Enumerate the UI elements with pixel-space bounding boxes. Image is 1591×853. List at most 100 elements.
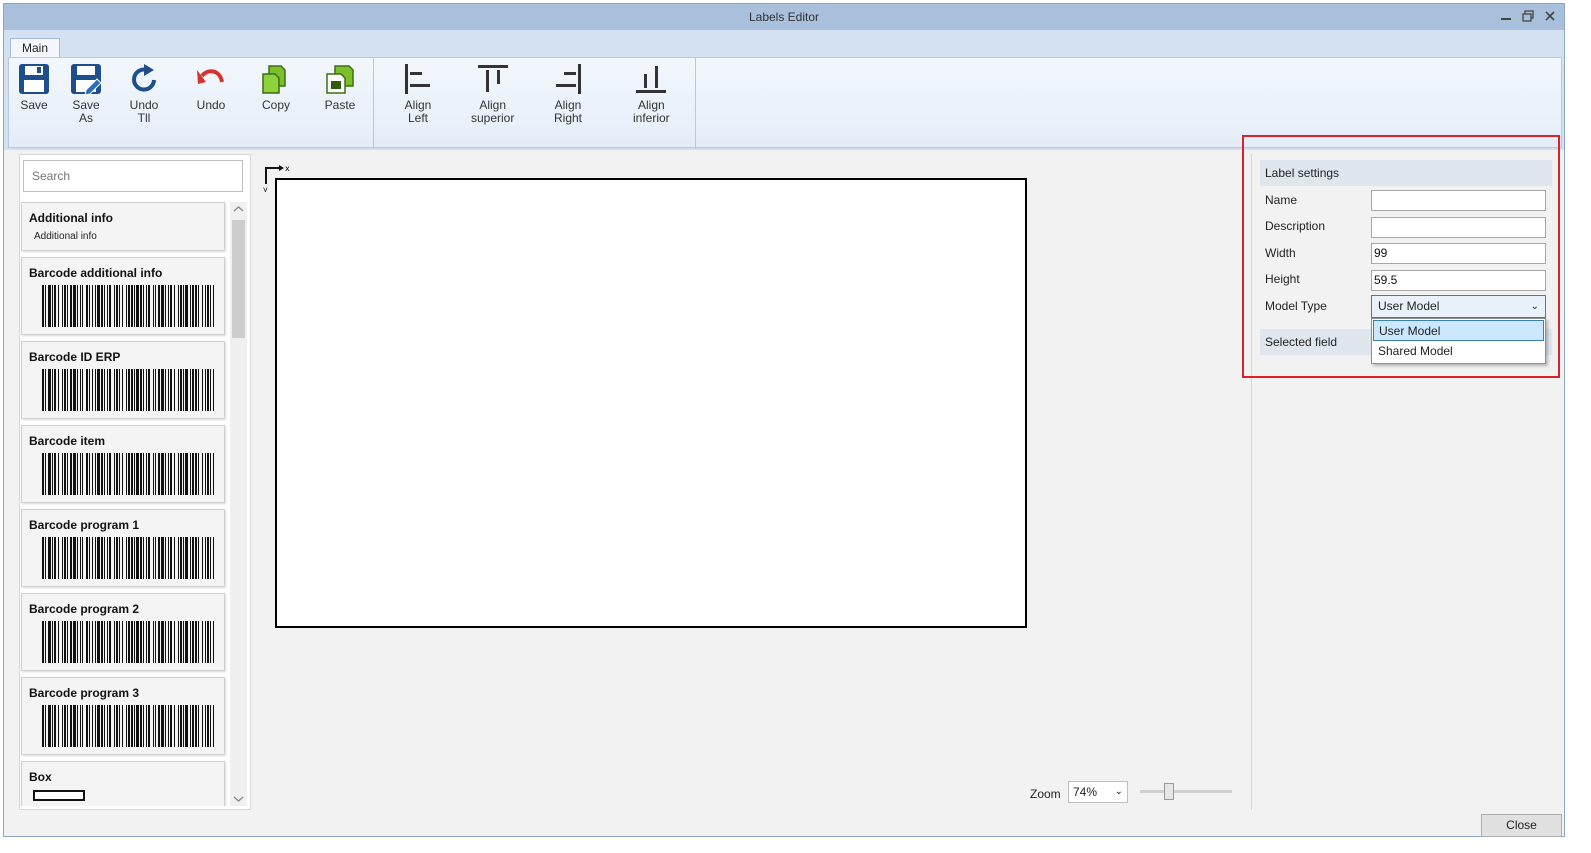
barcode-bar bbox=[195, 705, 197, 747]
barcode-bar bbox=[210, 621, 211, 663]
search-input[interactable] bbox=[23, 160, 243, 192]
scroll-up-icon[interactable] bbox=[230, 202, 247, 216]
barcode-bar bbox=[86, 705, 88, 747]
barcode-bar bbox=[64, 705, 66, 747]
barcode-bar bbox=[207, 369, 209, 411]
barcode-bar bbox=[143, 369, 144, 411]
align-top-button[interactable]: Align superior bbox=[471, 62, 514, 125]
barcode-bar bbox=[205, 285, 206, 327]
barcode-icon bbox=[42, 369, 214, 411]
barcode-bar bbox=[45, 705, 46, 747]
restore-icon[interactable] bbox=[1520, 8, 1536, 24]
barcode-bar bbox=[178, 285, 179, 327]
list-item[interactable]: Barcode program 2 bbox=[21, 593, 225, 671]
barcode-bar bbox=[183, 453, 184, 495]
paste-button[interactable]: Paste bbox=[323, 62, 357, 112]
barcode-bar bbox=[213, 369, 214, 411]
barcode-bar bbox=[136, 369, 139, 411]
align-right-button[interactable]: Align Right bbox=[551, 62, 585, 125]
barcode-bar bbox=[178, 705, 179, 747]
barcode-bar bbox=[143, 285, 144, 327]
align-left-icon bbox=[405, 64, 430, 94]
box-icon bbox=[33, 790, 85, 801]
zoom-slider-track[interactable] bbox=[1140, 790, 1232, 793]
label-canvas-area[interactable]: x y bbox=[259, 154, 1239, 777]
barcode-bar bbox=[92, 621, 93, 663]
barcode-bar bbox=[62, 453, 63, 495]
scroll-down-icon[interactable] bbox=[230, 792, 247, 806]
barcode-bar bbox=[97, 369, 100, 411]
barcode-bar bbox=[109, 621, 111, 663]
tab-main[interactable]: Main bbox=[10, 38, 60, 58]
barcode-bar bbox=[104, 453, 105, 495]
scrollbar-thumb[interactable] bbox=[232, 220, 245, 338]
barcode-bar bbox=[126, 369, 127, 411]
barcode-bar bbox=[52, 285, 53, 327]
save-button[interactable]: Save bbox=[17, 62, 51, 112]
align-bottom-button[interactable]: Align inferior bbox=[633, 62, 670, 125]
barcode-bar bbox=[64, 537, 66, 579]
barcode-bar bbox=[185, 537, 188, 579]
barcode-bar bbox=[140, 537, 142, 579]
width-field[interactable]: 99 bbox=[1371, 243, 1546, 264]
paste-icon bbox=[326, 65, 354, 94]
zoom-slider-thumb[interactable] bbox=[1164, 783, 1174, 800]
barcode-bar bbox=[58, 453, 59, 495]
barcode-bar bbox=[185, 285, 188, 327]
barcode-bar bbox=[62, 537, 63, 579]
barcode-bar bbox=[45, 537, 46, 579]
undo-button[interactable]: Undo bbox=[194, 62, 228, 112]
field-list-scrollbar[interactable] bbox=[230, 202, 247, 806]
barcode-bar bbox=[95, 453, 96, 495]
barcode-bar bbox=[190, 285, 191, 327]
list-item[interactable]: Barcode ID ERP bbox=[21, 341, 225, 419]
dropdown-option-shared-model[interactable]: Shared Model bbox=[1373, 341, 1544, 362]
barcode-bar bbox=[185, 369, 188, 411]
barcode-bar bbox=[180, 285, 182, 327]
barcode-bar bbox=[73, 369, 76, 411]
barcode-bar bbox=[95, 621, 96, 663]
height-field[interactable]: 59.5 bbox=[1371, 270, 1546, 291]
name-field[interactable] bbox=[1371, 190, 1546, 211]
undo-all-button[interactable]: Undo Tll bbox=[127, 62, 161, 125]
list-item[interactable]: Box bbox=[21, 761, 225, 806]
model-type-value: User Model bbox=[1378, 299, 1440, 313]
barcode-bar bbox=[101, 453, 103, 495]
description-field[interactable] bbox=[1371, 217, 1546, 238]
close-button[interactable]: Close bbox=[1481, 814, 1562, 837]
barcode-bar bbox=[92, 705, 93, 747]
barcode-bar bbox=[158, 705, 160, 747]
label-design-surface[interactable] bbox=[275, 178, 1027, 628]
align-right-icon bbox=[556, 64, 581, 94]
barcode-bar bbox=[134, 453, 135, 495]
barcode-bar bbox=[136, 537, 139, 579]
list-item[interactable]: Barcode program 1 bbox=[21, 509, 225, 587]
barcode-bar bbox=[165, 705, 166, 747]
save-as-button[interactable]: Save As bbox=[69, 62, 103, 125]
list-item[interactable]: Additional info Additional info bbox=[21, 202, 225, 251]
close-icon[interactable] bbox=[1542, 8, 1558, 24]
dropdown-option-user-model[interactable]: User Model bbox=[1373, 320, 1544, 341]
barcode-bar bbox=[73, 537, 76, 579]
barcode-bar bbox=[165, 621, 166, 663]
align-top-icon bbox=[477, 65, 508, 92]
minimize-icon[interactable] bbox=[1498, 8, 1514, 24]
barcode-bar bbox=[146, 621, 147, 663]
list-item[interactable]: Barcode program 3 bbox=[21, 677, 225, 755]
barcode-bar bbox=[58, 621, 59, 663]
ribbon-toolbar: Save Save As Undo Tll Undo Copy Paste Al… bbox=[8, 57, 1562, 149]
list-item[interactable]: Barcode additional info bbox=[21, 257, 225, 335]
barcode-bar bbox=[207, 621, 209, 663]
copy-button[interactable]: Copy bbox=[259, 62, 293, 112]
list-item[interactable]: Barcode item bbox=[21, 425, 225, 503]
barcode-bar bbox=[174, 453, 175, 495]
barcode-bar bbox=[52, 621, 53, 663]
align-left-button[interactable]: Align Left bbox=[401, 62, 435, 125]
barcode-bar bbox=[54, 285, 56, 327]
zoom-select[interactable]: 74% ⌄ bbox=[1068, 781, 1128, 803]
barcode-bar bbox=[146, 285, 147, 327]
save-as-icon bbox=[71, 64, 102, 96]
field-title: Barcode additional info bbox=[29, 266, 163, 280]
model-type-select[interactable]: User Model ⌄ bbox=[1371, 295, 1546, 318]
barcode-bar bbox=[192, 369, 194, 411]
